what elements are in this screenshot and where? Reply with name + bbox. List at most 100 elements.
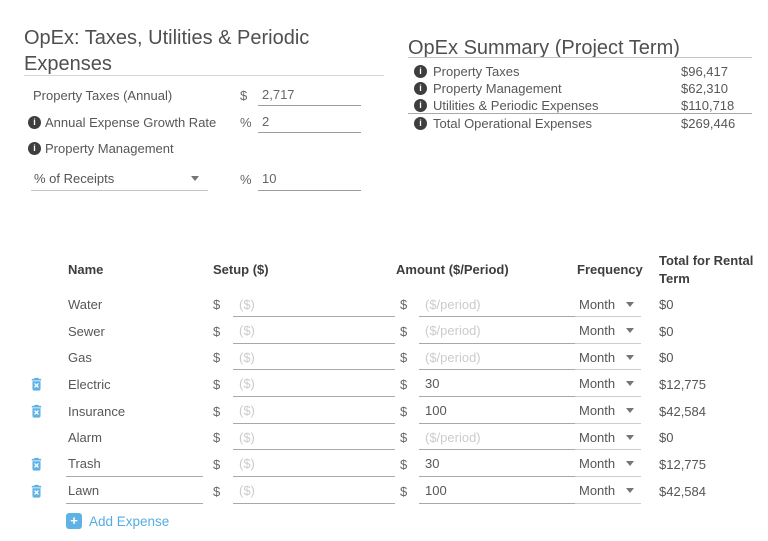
table-row: Lawn $ $ Month $42,584 xyxy=(0,478,768,505)
expense-name: Insurance xyxy=(68,403,126,419)
amount-currency-symbol: $ xyxy=(400,297,408,312)
trash-icon xyxy=(31,377,42,391)
total-for-rental-term: $0 xyxy=(659,297,674,312)
delete-expense-button[interactable] xyxy=(29,456,45,472)
summary-label: Property Management xyxy=(433,81,562,96)
management-rate-input[interactable] xyxy=(258,167,361,191)
table-row: Gas $ $ Month $0 xyxy=(0,344,768,371)
expense-name: Gas xyxy=(68,350,92,366)
expense-name: Electric xyxy=(68,376,111,392)
add-expense-button[interactable]: Add Expense xyxy=(66,513,169,529)
summary-divider-total xyxy=(408,113,752,114)
frequency-dropdown[interactable]: Month xyxy=(575,399,641,424)
frequency-dropdown[interactable]: Month xyxy=(575,345,641,371)
amount-input[interactable] xyxy=(419,451,583,477)
amount-currency-symbol: $ xyxy=(400,456,408,472)
expense-name[interactable]: Trash xyxy=(66,452,203,477)
percent-symbol: % xyxy=(240,171,252,187)
chevron-down-icon xyxy=(626,461,634,467)
summary-divider-top xyxy=(408,57,752,58)
setup-input[interactable] xyxy=(233,398,395,424)
frequency-value: Month xyxy=(579,483,616,499)
info-icon[interactable] xyxy=(28,115,41,129)
frequency-value: Month xyxy=(579,429,616,445)
setup-input[interactable] xyxy=(233,371,395,397)
setup-input[interactable] xyxy=(233,451,395,477)
frequency-value: Month xyxy=(579,456,616,472)
summary-value: $110,718 xyxy=(681,98,735,113)
trash-icon xyxy=(31,484,42,498)
setup-currency-symbol: $ xyxy=(213,456,221,472)
amount-input[interactable] xyxy=(419,371,583,397)
setup-input[interactable] xyxy=(233,478,395,504)
add-expense-label: Add Expense xyxy=(89,513,170,529)
info-icon[interactable] xyxy=(414,65,427,78)
total-for-rental-term: $42,584 xyxy=(659,403,706,419)
column-header-name: Name xyxy=(68,262,104,277)
amount-input[interactable] xyxy=(419,318,583,344)
frequency-dropdown[interactable]: Month xyxy=(575,452,641,477)
plus-icon xyxy=(66,513,82,529)
column-header-amount: Amount ($/Period) xyxy=(396,262,509,277)
frequency-dropdown[interactable]: Month xyxy=(575,372,641,397)
expense-name: Alarm xyxy=(68,430,102,446)
amount-input[interactable] xyxy=(419,398,583,424)
info-icon[interactable] xyxy=(414,117,427,130)
property-taxes-input[interactable] xyxy=(258,84,361,106)
total-for-rental-term: $12,775 xyxy=(659,456,706,472)
property-management-label: Property Management xyxy=(45,140,174,156)
table-row: Trash $ $ Month $12,775 xyxy=(0,451,768,478)
property-taxes-row: Property Taxes (Annual) $ xyxy=(24,84,361,106)
setup-input[interactable] xyxy=(233,425,395,451)
amount-currency-symbol: $ xyxy=(400,483,408,499)
total-for-rental-term: $42,584 xyxy=(659,483,706,499)
frequency-dropdown[interactable]: Month xyxy=(575,319,641,344)
expense-name: Sewer xyxy=(68,323,105,339)
column-header-setup: Setup ($) xyxy=(213,262,269,277)
setup-input[interactable] xyxy=(233,292,395,317)
chevron-down-icon xyxy=(626,408,634,414)
chevron-down-icon xyxy=(626,301,634,307)
growth-rate-input[interactable] xyxy=(258,111,361,133)
setup-input[interactable] xyxy=(233,345,395,371)
chevron-down-icon xyxy=(626,434,634,440)
delete-expense-button[interactable] xyxy=(29,376,45,392)
summary-total-row: Total Operational Expenses $269,446 xyxy=(410,115,752,132)
amount-input[interactable] xyxy=(419,425,583,451)
setup-currency-symbol: $ xyxy=(213,483,221,499)
amount-input[interactable] xyxy=(419,292,583,317)
opex-summary-panel: OpEx Summary (Project Term) Property Tax… xyxy=(408,14,752,144)
info-icon[interactable] xyxy=(414,99,427,112)
total-for-rental-term: $0 xyxy=(659,350,674,366)
delete-expense-button[interactable] xyxy=(29,403,45,419)
left-panel-divider xyxy=(24,75,384,76)
table-row: Alarm $ $ Month $0 xyxy=(0,424,768,451)
growth-rate-row: Annual Expense Growth Rate % xyxy=(24,111,361,133)
amount-currency-symbol: $ xyxy=(400,430,408,446)
summary-total-label: Total Operational Expenses xyxy=(433,116,592,131)
frequency-dropdown[interactable]: Month xyxy=(575,292,641,317)
info-icon[interactable] xyxy=(414,82,427,95)
expense-name[interactable]: Lawn xyxy=(66,479,203,504)
delete-expense-button[interactable] xyxy=(29,483,45,499)
column-header-total: Total for Rental Term xyxy=(659,253,754,286)
setup-input[interactable] xyxy=(233,318,395,344)
chevron-down-icon xyxy=(626,488,634,494)
chevron-down-icon xyxy=(191,176,199,181)
chevron-down-icon xyxy=(626,381,634,387)
management-method-dropdown[interactable]: % of Receipts xyxy=(31,167,208,191)
frequency-value: Month xyxy=(579,403,616,419)
table-row: Water $ $ Month $0 xyxy=(0,291,768,318)
chevron-down-icon xyxy=(626,328,634,334)
property-management-row: Property Management xyxy=(24,137,361,159)
page-title: OpEx: Taxes, Utilities & Periodic Expens… xyxy=(24,27,310,76)
info-icon[interactable] xyxy=(28,141,41,155)
trash-icon xyxy=(31,457,42,471)
summary-row: Utilities & Periodic Expenses $110,718 xyxy=(410,97,752,114)
dollar-symbol: $ xyxy=(240,87,248,103)
amount-input[interactable] xyxy=(419,345,583,371)
frequency-dropdown[interactable]: Month xyxy=(575,425,641,451)
summary-label: Property Taxes xyxy=(433,64,520,79)
frequency-dropdown[interactable]: Month xyxy=(575,479,641,504)
amount-input[interactable] xyxy=(419,478,583,504)
